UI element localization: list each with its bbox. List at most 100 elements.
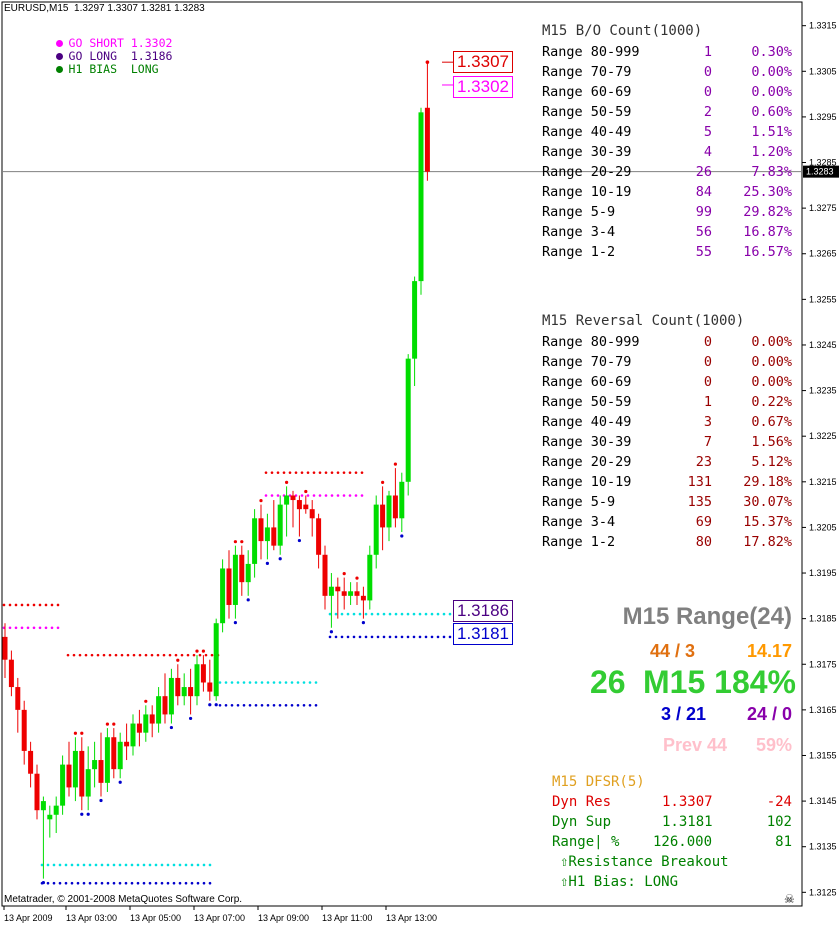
level-dot	[294, 471, 298, 474]
level-dot	[100, 863, 104, 867]
fractal-down-dot	[400, 534, 404, 538]
candle-body	[360, 595, 366, 601]
fractal-up-dot	[201, 649, 205, 653]
row-label: Range 1-2	[542, 244, 616, 260]
level-dot	[364, 612, 368, 616]
candle-body	[418, 112, 424, 282]
level-dot	[88, 881, 92, 885]
level-dot	[172, 863, 176, 867]
candle-body	[264, 527, 270, 542]
candle-body	[348, 591, 354, 596]
level-dot	[178, 863, 182, 867]
row-percent: 0.00%	[751, 354, 792, 370]
level-dot	[196, 863, 200, 867]
row-percent: 0.00%	[751, 64, 792, 80]
y-tick-label: 1.3315	[809, 21, 837, 31]
fractal-down-dot	[86, 812, 90, 816]
dfsr-title: M15 DFSR(5)	[552, 774, 645, 790]
level-dot	[400, 635, 404, 639]
level-dot	[334, 635, 338, 639]
fractal-up-dot	[73, 731, 77, 735]
level-dot	[324, 494, 328, 497]
candle-body	[168, 677, 174, 715]
level-dot	[88, 863, 92, 867]
fractal-down-dot	[233, 621, 237, 625]
level-dot	[58, 863, 62, 867]
candle-body	[92, 760, 98, 770]
level-dot	[230, 681, 234, 684]
row-label: Range 30-39	[542, 434, 632, 450]
level-dot	[328, 635, 332, 639]
signal-label: GO SHORT	[68, 36, 124, 50]
level-dot	[278, 681, 282, 684]
level-dot	[192, 653, 196, 657]
level-dot	[312, 471, 316, 474]
level-dot	[254, 681, 258, 684]
candle-body	[322, 554, 328, 596]
level-dot	[118, 881, 122, 885]
fractal-up-dot	[342, 571, 346, 576]
candle-body	[309, 509, 315, 519]
signal-value: 1.3186	[130, 49, 173, 63]
row-label: Range 30-39	[542, 144, 632, 160]
level-dot	[138, 653, 142, 657]
candle-body	[392, 495, 398, 519]
price-box-resistance: 1.3307	[453, 51, 513, 73]
level-dot	[160, 881, 164, 885]
row-count: 7	[703, 434, 712, 450]
level-dot	[224, 704, 228, 707]
fractal-down-dot	[189, 716, 193, 721]
candle-body	[8, 659, 14, 688]
level-dot	[100, 881, 104, 885]
candle-body	[220, 568, 226, 624]
level-dot	[242, 681, 246, 684]
table-row: Range 3-4 56 16.87%	[542, 222, 792, 242]
level-dot	[2, 603, 6, 607]
level-dot	[370, 612, 374, 616]
dyn-sup-delta: 102	[766, 814, 792, 830]
level-dot	[26, 603, 30, 607]
level-dot	[44, 603, 48, 607]
table-row: Range 1-2 80 17.82%	[542, 532, 792, 552]
range-value-a: 14.17	[746, 641, 792, 661]
candle-body	[405, 358, 411, 482]
y-tick-label: 1.3255	[809, 294, 837, 304]
level-dot	[340, 635, 344, 639]
row-count: 23	[695, 454, 712, 470]
level-dot	[348, 494, 352, 497]
candle-body	[271, 527, 277, 546]
row-count: 1	[703, 44, 712, 60]
level-dot	[124, 863, 128, 867]
level-dot	[8, 626, 12, 630]
fractal-up-dot	[355, 576, 359, 580]
table-row: Range 50-59 1 0.22%	[542, 392, 792, 412]
table-row: Range 30-39 4 1.20%	[542, 142, 792, 162]
level-dot	[32, 603, 36, 607]
row-percent: 15.37%	[743, 514, 792, 530]
candle-body	[367, 554, 373, 601]
y-tick-label: 1.3295	[809, 112, 837, 122]
row-label: Range 70-79	[542, 354, 632, 370]
table-row: Range 60-69 0 0.00%	[542, 372, 792, 392]
level-dot	[154, 881, 158, 885]
row-count: 4	[703, 144, 712, 160]
level-dot	[56, 603, 60, 607]
range-pct-label: Range| %	[552, 834, 620, 850]
level-dot	[82, 881, 86, 885]
level-dot	[124, 881, 128, 885]
row-percent: 16.87%	[743, 224, 792, 240]
candle-body	[136, 723, 142, 733]
table-row: Range 1-2 55 16.57%	[542, 242, 792, 262]
row-percent: 25.30%	[743, 184, 792, 200]
level-dot	[370, 635, 374, 639]
row-label: Range 1-2	[542, 534, 616, 550]
y-tick-label: 1.3205	[809, 522, 837, 532]
candle-body	[341, 591, 347, 596]
level-dot	[70, 863, 74, 867]
level-dot	[198, 653, 202, 657]
fractal-up-dot	[105, 722, 109, 726]
range-pct-pct: 81	[775, 834, 792, 850]
level-dot	[346, 612, 350, 616]
row-percent: 16.57%	[743, 244, 792, 260]
table-row: Range 10-19 84 25.30%	[542, 182, 792, 202]
